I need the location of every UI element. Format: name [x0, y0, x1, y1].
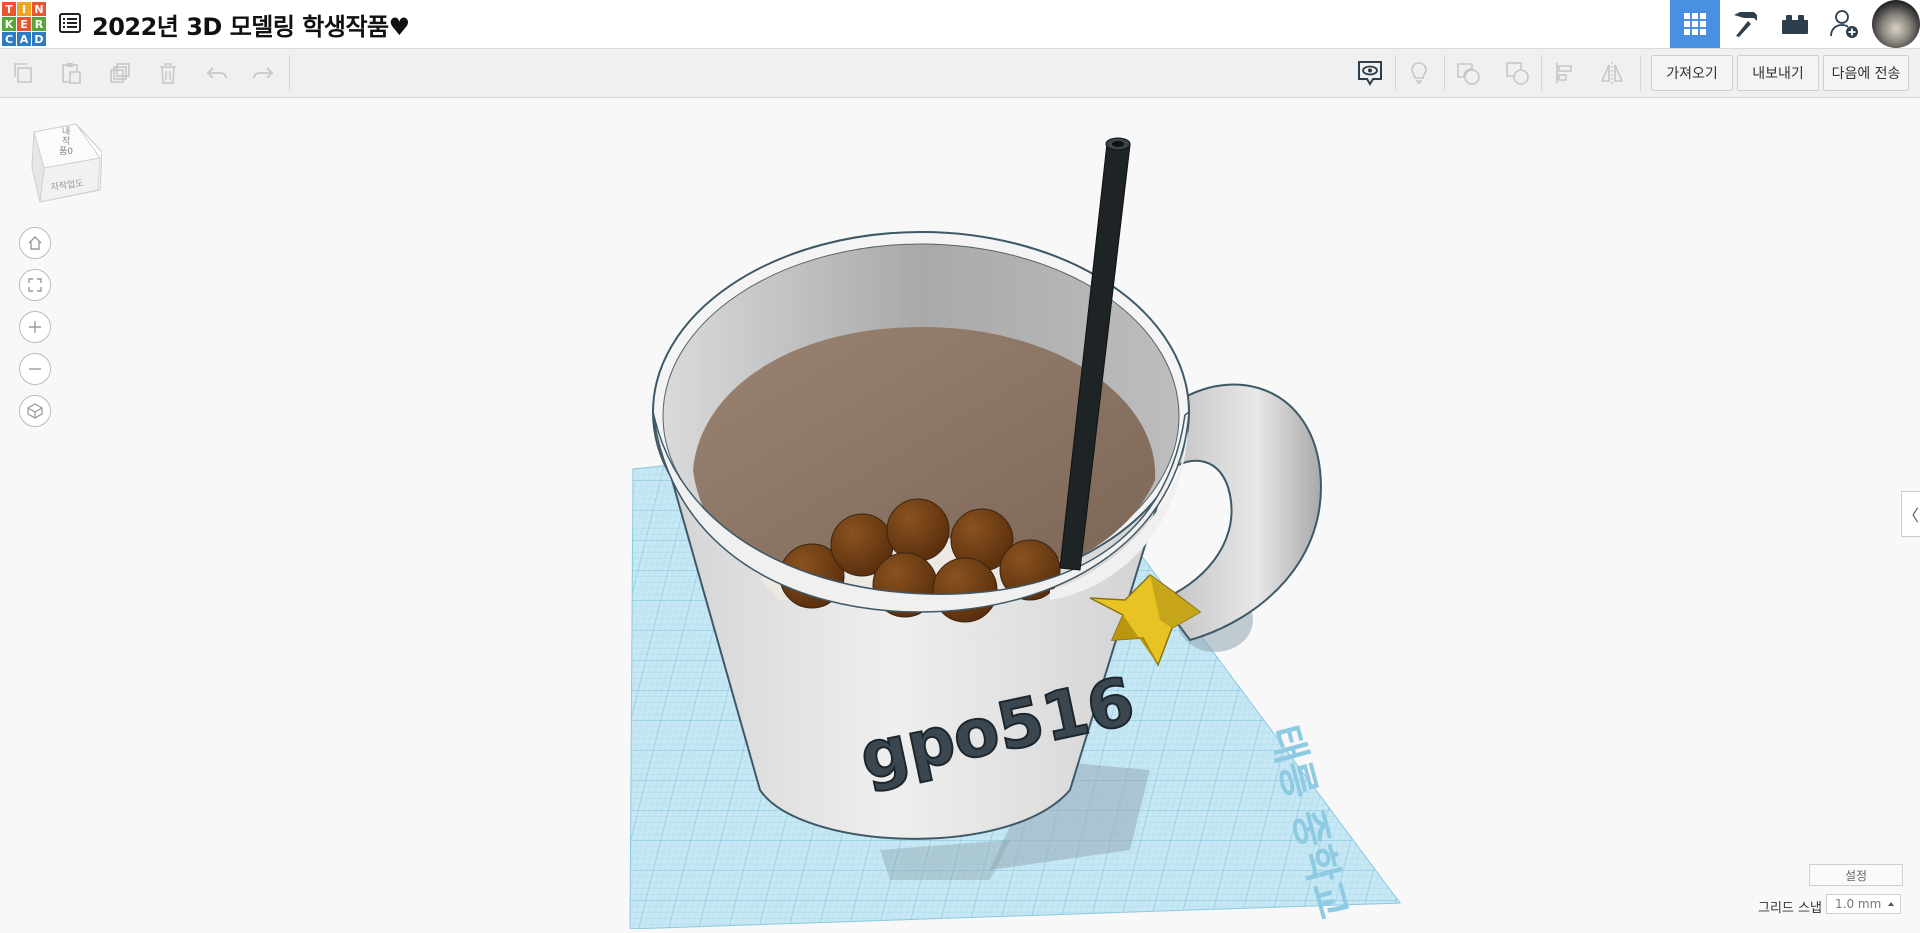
grid-snap-value: 1.0 mm [1835, 897, 1882, 911]
collapse-panel-chevron-icon[interactable]: 〈 [1901, 491, 1920, 537]
undo-icon[interactable] [203, 59, 231, 87]
logo-letter: N [32, 2, 46, 16]
send-to-button[interactable]: 다음에 전송 [1823, 55, 1909, 91]
duplicate-icon[interactable] [106, 59, 134, 87]
caret-up-icon [1888, 902, 1894, 906]
view-mode-switcher [1670, 0, 1920, 48]
minecraft-pickaxe-icon[interactable] [1720, 0, 1770, 48]
3d-viewport[interactable]: 태릉 중학교 gpo516 [0, 98, 1920, 933]
logo-letter: E [17, 17, 31, 31]
grid-snap-select[interactable]: 1.0 mm [1826, 894, 1901, 914]
ungroup-icon[interactable] [1503, 59, 1531, 87]
logo-letter: T [2, 2, 16, 16]
copy-icon[interactable] [9, 59, 37, 87]
add-user-icon[interactable] [1820, 0, 1870, 48]
list-icon[interactable] [58, 11, 82, 35]
mirror-icon[interactable] [1598, 59, 1626, 87]
tinkercad-logo[interactable]: TIN KER CAD [2, 2, 46, 46]
logo-letter: K [2, 17, 16, 31]
lego-brick-icon[interactable] [1770, 0, 1820, 48]
logo-letter: D [32, 32, 46, 46]
logo-letter: A [17, 32, 31, 46]
lightbulb-icon[interactable] [1405, 59, 1433, 87]
project-title[interactable]: 2022년 3D 모델링 학생작품♥ [92, 7, 410, 42]
group-icon[interactable] [1454, 59, 1482, 87]
trash-icon[interactable] [154, 59, 182, 87]
3d-design-view-icon[interactable] [1670, 0, 1720, 48]
logo-letter: C [2, 32, 16, 46]
redo-icon[interactable] [249, 59, 277, 87]
user-avatar[interactable] [1872, 0, 1920, 48]
logo-letter: I [17, 2, 31, 16]
settings-button[interactable]: 설정 [1809, 864, 1903, 886]
edit-toolbar: 가져오기 내보내기 다음에 전송 [0, 49, 1920, 98]
paste-icon[interactable] [57, 59, 85, 87]
export-button[interactable]: 내보내기 [1737, 55, 1819, 91]
top-bar: TIN KER CAD 2022년 3D 모델링 학생작품♥ [0, 0, 1920, 49]
logo-letter: R [32, 17, 46, 31]
import-button[interactable]: 가져오기 [1651, 55, 1733, 91]
grid-snap-label: 그리드 스냅 [1758, 901, 1822, 916]
align-icon[interactable] [1551, 59, 1579, 87]
show-all-icon[interactable] [1356, 59, 1384, 87]
